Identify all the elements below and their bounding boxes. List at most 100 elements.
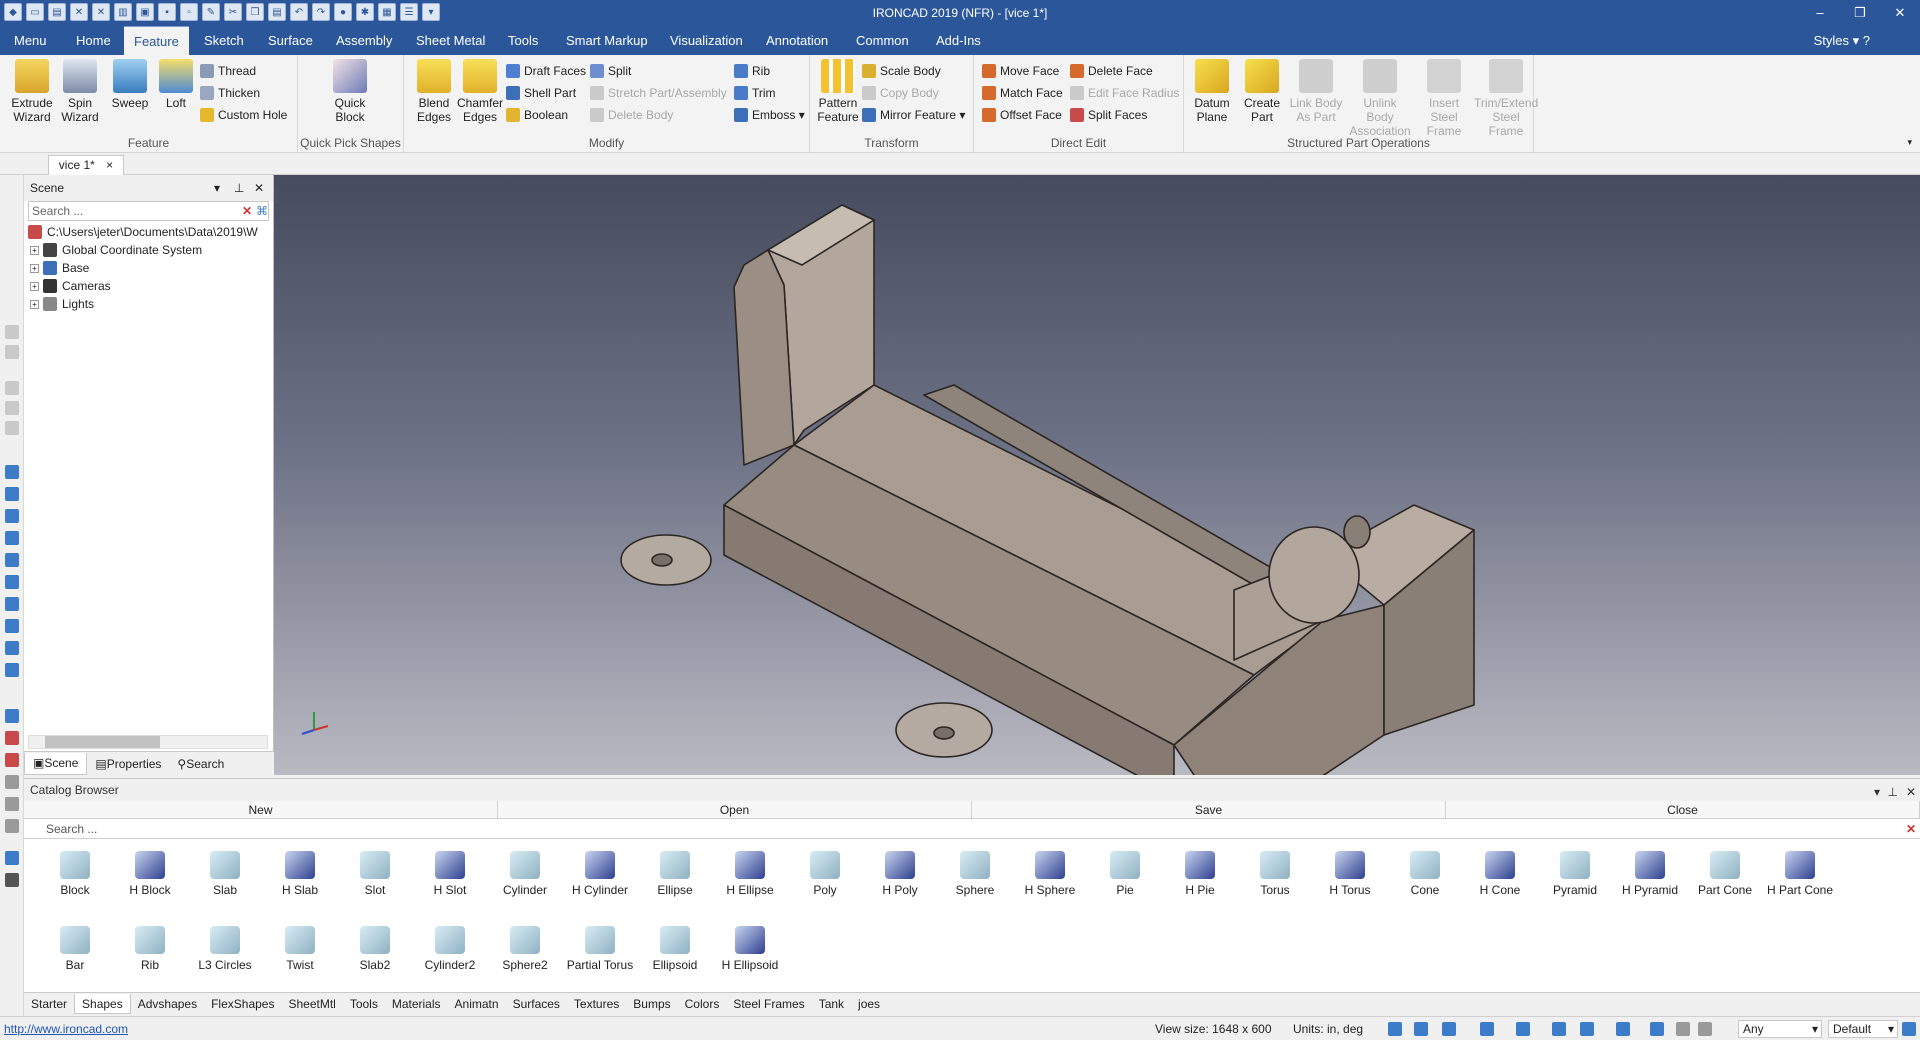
catalog-tab[interactable]: Shapes (74, 993, 131, 1014)
tab-smart-markup[interactable]: Smart Markup (556, 26, 658, 55)
trim-steel-frame-button[interactable]: Trim/Extend Steel Frame (1474, 59, 1538, 138)
catalog-shape-item[interactable]: H Ellipse (715, 851, 785, 897)
scene-menu-icon[interactable]: ▾ (214, 175, 220, 201)
expand-icon[interactable]: + (30, 263, 39, 273)
snap-icon[interactable] (1650, 1022, 1664, 1036)
quick-block-button[interactable]: Quick Block (326, 59, 374, 124)
catalog-close-icon[interactable]: ✕ (1906, 781, 1916, 803)
catalog-tab[interactable]: FlexShapes (204, 994, 281, 1014)
draft-faces-button[interactable]: Draft Faces (506, 61, 586, 81)
close-tab-icon[interactable]: × (106, 158, 113, 172)
catalog-shape-item[interactable]: Sphere (940, 851, 1010, 897)
move-face-button[interactable]: Move Face (982, 61, 1059, 81)
view-top-icon[interactable] (5, 553, 19, 567)
scale-body-button[interactable]: Scale Body (862, 61, 941, 81)
boolean-button[interactable]: Boolean (506, 105, 568, 125)
tab-properties[interactable]: ▤ Properties (87, 753, 169, 775)
catalog-shape-item[interactable]: Pyramid (1540, 851, 1610, 897)
styles-dropdown[interactable]: Styles ▾ ? (1814, 26, 1870, 55)
catalog-shape-item[interactable]: Cone (1390, 851, 1460, 897)
catalog-tab[interactable]: Animatn (448, 994, 506, 1014)
catalog-tab[interactable]: Materials (385, 994, 448, 1014)
catalog-shape-item[interactable]: Cylinder (490, 851, 560, 897)
shading-icon[interactable] (1552, 1022, 1566, 1036)
catalog-tab[interactable]: Steel Frames (726, 994, 811, 1014)
selection-filter-select[interactable]: Any ▾ (1738, 1020, 1822, 1038)
measure-icon[interactable] (5, 709, 19, 723)
tool-fit-icon[interactable] (5, 421, 19, 435)
catalog-shape-item[interactable]: Sphere2 (490, 926, 560, 972)
view-bottom-icon[interactable] (5, 575, 19, 589)
tab-assembly[interactable]: Assembly (326, 26, 402, 55)
disable-icon[interactable] (5, 819, 19, 833)
view-cube-icon[interactable] (1442, 1022, 1456, 1036)
catalog-tab[interactable]: Bumps (626, 994, 677, 1014)
view-left-icon[interactable] (5, 509, 19, 523)
thicken-button[interactable]: Thicken (200, 83, 260, 103)
catalog-shape-item[interactable]: Partial Torus (565, 926, 635, 972)
catalog-shape-item[interactable]: Slot (340, 851, 410, 897)
tab-home[interactable]: Home (66, 26, 121, 55)
tab-feature[interactable]: Feature (124, 26, 189, 55)
catalog-tab[interactable]: Starter (24, 994, 74, 1014)
expand-icon[interactable]: + (30, 299, 39, 309)
zoom-fit-icon[interactable] (1414, 1022, 1428, 1036)
help-icon[interactable]: ? (1863, 33, 1870, 48)
catalog-shape-item[interactable]: Pie (1090, 851, 1160, 897)
delete-face-button[interactable]: Delete Face (1070, 61, 1153, 81)
catalog-tab[interactable]: SheetMtl (281, 994, 342, 1014)
spin-wizard-button[interactable]: Spin Wizard (56, 59, 104, 124)
catalog-shape-item[interactable]: H Pyramid (1615, 851, 1685, 897)
emboss-button[interactable]: Emboss ▾ (734, 105, 805, 125)
catalog-shape-item[interactable]: Slab (190, 851, 260, 897)
interference-icon[interactable] (5, 753, 19, 767)
catalog-close-button[interactable]: Close (1446, 801, 1920, 818)
tree-item-lights[interactable]: + Lights (30, 297, 94, 311)
edit-face-radius-button[interactable]: Edit Face Radius (1070, 83, 1179, 103)
catalog-shape-item[interactable]: Block (40, 851, 110, 897)
scene-horizontal-scrollbar[interactable] (28, 735, 268, 749)
catalog-tab[interactable]: joes (851, 994, 887, 1014)
delete-body-button[interactable]: Delete Body (590, 105, 673, 125)
catalog-shape-item[interactable]: Rib (115, 926, 185, 972)
view-iso-icon[interactable] (5, 597, 19, 611)
style-select[interactable]: Default ▾ (1828, 1020, 1898, 1038)
catalog-shape-item[interactable]: H Cone (1465, 851, 1535, 897)
tab-common[interactable]: Common (846, 26, 919, 55)
catalog-tab[interactable]: Tools (343, 994, 385, 1014)
catalog-shape-item[interactable]: H Block (115, 851, 185, 897)
scene-search-input[interactable]: Search ... ✕ ⌘ (28, 201, 269, 221)
catalog-shape-item[interactable]: Ellipse (640, 851, 710, 897)
catalog-search-input[interactable]: Search ... ✕ (24, 819, 1920, 839)
copy-body-button[interactable]: Copy Body (862, 83, 939, 103)
trim-button[interactable]: Trim (734, 83, 776, 103)
render-mode-icon[interactable] (1480, 1022, 1494, 1036)
view-right-icon[interactable] (5, 531, 19, 545)
catalog-pin-icon[interactable]: ⊥ (1888, 781, 1898, 803)
split-button[interactable]: Split (590, 61, 631, 81)
blend-edges-button[interactable]: Blend Edges (410, 59, 458, 124)
view-shaded-icon[interactable] (5, 641, 19, 655)
tab-visualization[interactable]: Visualization (660, 26, 753, 55)
catalog-shape-item[interactable]: H Pie (1165, 851, 1235, 897)
shell-part-button[interactable]: Shell Part (506, 83, 576, 103)
catalog-shape-item[interactable]: Poly (790, 851, 860, 897)
catalog-shape-item[interactable]: H Cylinder (565, 851, 635, 897)
create-part-button[interactable]: Create Part (1238, 59, 1286, 124)
filter-icon[interactable]: ⌘ (256, 204, 268, 218)
pattern-feature-button[interactable]: Pattern Feature (814, 59, 862, 124)
clear-search-icon[interactable]: ✕ (242, 204, 252, 218)
tab-menu[interactable]: Menu (4, 26, 57, 55)
zoom-icon[interactable] (1388, 1022, 1402, 1036)
tree-item-global-coordinate-system[interactable]: + Global Coordinate System (30, 243, 202, 257)
vice-model[interactable] (274, 175, 1920, 836)
3d-viewport[interactable] (274, 175, 1920, 836)
camera-settings-icon[interactable] (1580, 1022, 1594, 1036)
expand-icon[interactable]: + (30, 245, 39, 255)
thread-button[interactable]: Thread (200, 61, 256, 81)
catalog-shape-item[interactable]: Part Cone (1690, 851, 1760, 897)
offset-face-button[interactable]: Offset Face (982, 105, 1062, 125)
catalog-shape-item[interactable]: H Slab (265, 851, 335, 897)
custom-hole-button[interactable]: Custom Hole (200, 105, 287, 125)
catalog-new-button[interactable]: New (24, 801, 498, 818)
